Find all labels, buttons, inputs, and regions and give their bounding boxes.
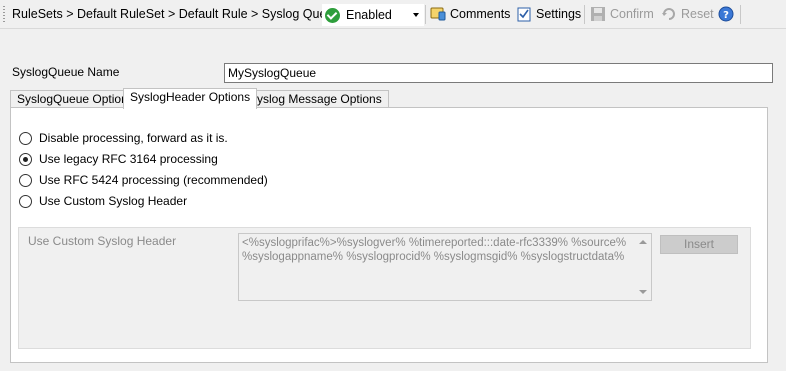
radio-label: Disable processing, forward as it is. (39, 131, 228, 145)
check-circle-icon (325, 7, 340, 23)
syslog-queue-panel: SyslogQueue Name MySyslogQueue SyslogQue… (2, 35, 778, 367)
svg-text:?: ? (723, 10, 729, 21)
radio-button[interactable] (19, 131, 32, 145)
radio-button[interactable] (19, 194, 32, 208)
status-dropdown[interactable]: Enabled (322, 4, 424, 26)
toolbar-separator (425, 5, 426, 24)
help-icon: ? (718, 6, 734, 22)
toolbar-separator (740, 5, 741, 24)
help-button[interactable]: ? (718, 4, 738, 24)
comments-button[interactable]: Comments (430, 4, 510, 24)
radio-legacy-rfc3164[interactable]: Use legacy RFC 3164 processing (19, 152, 218, 166)
breadcrumb: RuleSets > Default RuleSet > Default Rul… (12, 7, 341, 21)
reset-label: Reset (681, 7, 714, 21)
radio-label: Use RFC 5424 processing (recommended) (39, 173, 268, 187)
radio-disable-processing[interactable]: Disable processing, forward as it is. (19, 131, 228, 145)
template-scrollbar[interactable] (634, 234, 651, 300)
radio-label: Use Custom Syslog Header (39, 194, 188, 208)
queue-name-input[interactable]: MySyslogQueue (224, 63, 773, 83)
comments-label: Comments (450, 7, 511, 21)
custom-header-group: Use Custom Syslog Header <%syslogprifac%… (18, 227, 751, 349)
confirm-label: Confirm (610, 7, 654, 21)
radio-rfc5424[interactable]: Use RFC 5424 processing (recommended) (19, 173, 268, 187)
syslogheader-options-page: Disable processing, forward as it is. Us… (10, 107, 768, 363)
reset-icon (661, 6, 677, 22)
radio-button[interactable] (19, 173, 32, 187)
toolbar-grip[interactable] (3, 6, 5, 22)
radio-button[interactable] (19, 152, 32, 166)
radio-custom-header[interactable]: Use Custom Syslog Header (19, 194, 187, 208)
confirm-button[interactable]: Confirm (590, 4, 654, 24)
queue-name-label: SyslogQueue Name (12, 65, 120, 79)
settings-label: Settings (536, 7, 582, 21)
scroll-up-icon[interactable] (639, 240, 647, 244)
settings-button[interactable]: Settings (516, 4, 581, 24)
reset-button[interactable]: Reset (661, 4, 714, 24)
tab-syslog-message-options[interactable]: Syslog Message Options (242, 90, 389, 108)
tab-syslogqueue-options[interactable]: SyslogQueue Options (10, 90, 141, 108)
status-value: Enabled (346, 8, 392, 22)
toolbar-separator (584, 5, 585, 24)
insert-button[interactable]: Insert (660, 235, 738, 254)
custom-header-template-field[interactable]: <%syslogprifac%>%syslogver% %timereporte… (238, 233, 652, 301)
settings-icon (516, 6, 532, 22)
custom-header-template-text: <%syslogprifac%>%syslogver% %timereporte… (242, 237, 627, 263)
scroll-down-icon[interactable] (639, 290, 647, 294)
tab-syslogheader-options[interactable]: SyslogHeader Options (123, 88, 258, 109)
chevron-down-icon (413, 13, 419, 17)
toolbar: RuleSets > Default RuleSet > Default Rul… (0, 0, 786, 29)
custom-header-label: Use Custom Syslog Header (28, 234, 177, 248)
radio-label: Use legacy RFC 3164 processing (39, 152, 218, 166)
save-icon (590, 6, 606, 22)
comments-icon (430, 6, 446, 22)
